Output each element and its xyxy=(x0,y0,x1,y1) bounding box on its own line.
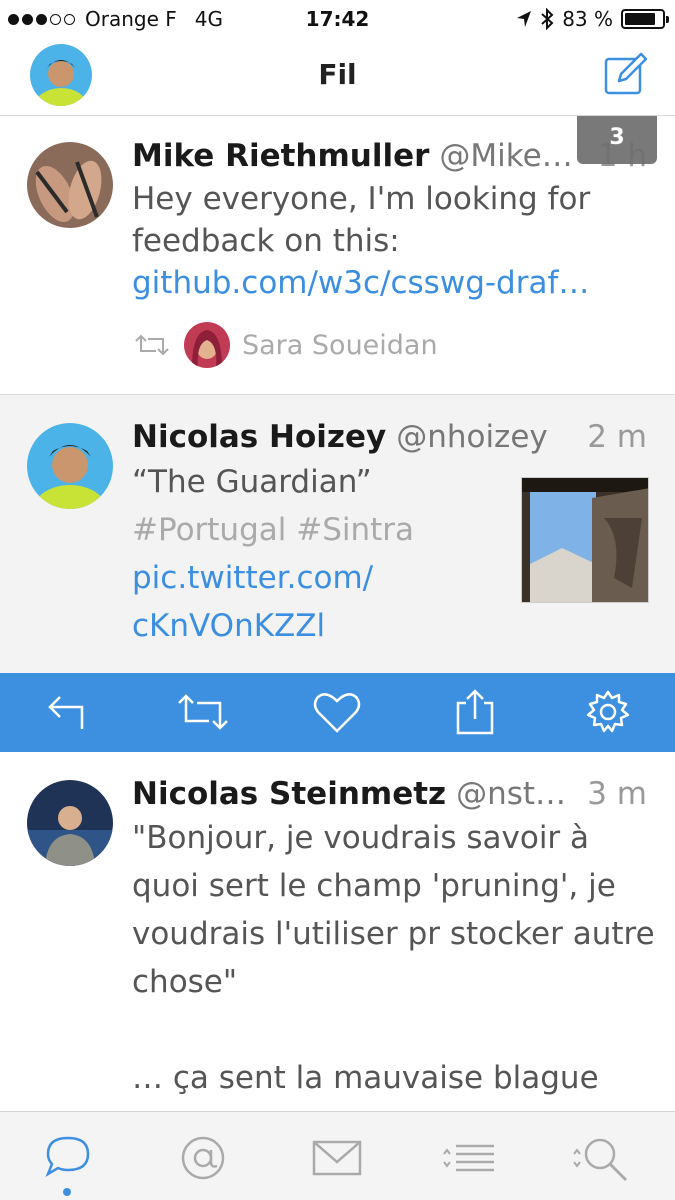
settings-icon[interactable] xyxy=(585,689,631,735)
messages-icon[interactable] xyxy=(311,1132,363,1184)
page-title: Fil xyxy=(318,58,357,91)
timeline-icon[interactable] xyxy=(42,1132,94,1184)
tweet-hashtags[interactable]: #Portugal #Sintra xyxy=(132,506,512,554)
tweet-text-line: quoi sert le champ 'pruning', je xyxy=(132,868,616,904)
search-icon[interactable] xyxy=(570,1132,630,1184)
tweet-text-line: voudrais l'utiliser pr stocker autre xyxy=(132,916,655,952)
author-name[interactable]: Nicolas Steinmetz xyxy=(132,776,446,812)
tweet-item[interactable]: Nicolas Steinmetz @nstein… 3 m "Bonjour,… xyxy=(0,752,675,1111)
tweet-time: 3 m xyxy=(587,776,647,812)
tweet-image-thumbnail[interactable] xyxy=(521,477,649,603)
compose-icon[interactable] xyxy=(603,52,647,96)
tweet-text-line: … ça sent la mauvaise blague xyxy=(132,1060,599,1096)
tweet-action-bar xyxy=(0,673,675,752)
tweet-link[interactable]: pic.twitter.com/cKnVOnKZZl xyxy=(132,554,382,650)
author-name[interactable]: Mike Riethmuller xyxy=(132,138,429,174)
bluetooth-icon xyxy=(541,8,554,30)
retweet-icon xyxy=(135,334,169,356)
avatar xyxy=(184,322,230,368)
battery-icon xyxy=(621,9,669,29)
avatar[interactable] xyxy=(27,423,113,509)
retweeted-by[interactable]: Sara Soueidan xyxy=(132,322,438,368)
share-icon[interactable] xyxy=(452,689,498,735)
avatar[interactable] xyxy=(27,780,113,866)
author-handle: @MikeRiet… xyxy=(439,138,587,174)
nav-bar: Fil xyxy=(0,38,675,116)
mentions-icon[interactable] xyxy=(177,1132,229,1184)
location-icon xyxy=(517,11,532,27)
tweet-text: “The Guardian” xyxy=(132,464,372,500)
reply-icon[interactable] xyxy=(44,689,90,735)
avatar[interactable] xyxy=(27,142,113,228)
author-handle: @nstein… xyxy=(456,776,577,812)
author-handle: @nhoizey xyxy=(396,419,548,455)
tweet-text-line: chose" xyxy=(132,964,238,1000)
author-name[interactable]: Nicolas Hoizey xyxy=(132,419,386,455)
retweeter-name: Sara Soueidan xyxy=(242,329,438,361)
tweet-time: 2 m xyxy=(587,419,647,455)
new-tweets-badge[interactable]: 3 xyxy=(577,116,657,164)
active-tab-indicator xyxy=(63,1188,71,1196)
retweet-icon[interactable] xyxy=(175,689,231,735)
like-icon[interactable] xyxy=(312,689,362,735)
tweet-link[interactable]: github.com/w3c/csswg-draf… xyxy=(132,265,589,301)
lists-icon[interactable] xyxy=(438,1132,498,1184)
battery-percent: 83 % xyxy=(562,7,613,31)
tweet-text: Hey everyone, I'm looking for feedback o… xyxy=(132,181,591,259)
tweet-text-line: "Bonjour, je voudrais savoir à xyxy=(132,820,590,856)
status-bar: Orange F 4G 17:42 83 % xyxy=(0,0,675,38)
tab-bar xyxy=(0,1111,675,1200)
tweet-text-line xyxy=(132,1006,655,1054)
